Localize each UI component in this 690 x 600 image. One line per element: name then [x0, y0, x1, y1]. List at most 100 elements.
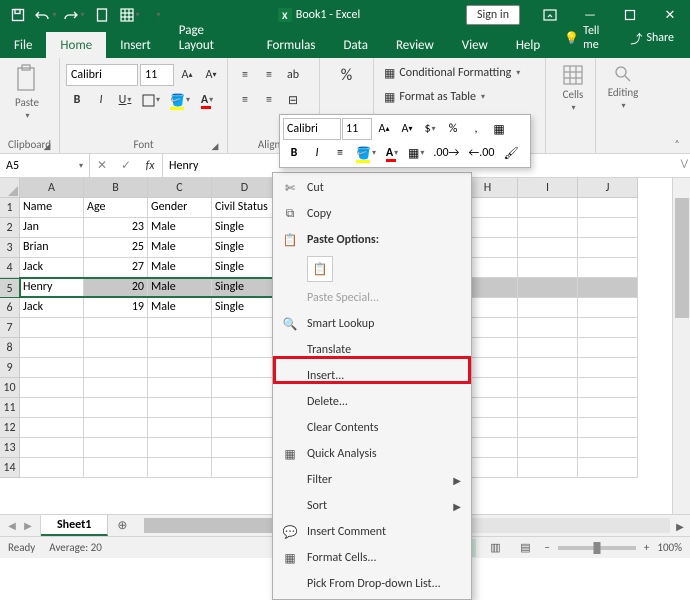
cell[interactable]	[148, 418, 212, 438]
mini-table-icon[interactable]: ▦	[488, 118, 510, 140]
align-top-icon[interactable]: ≡	[234, 64, 256, 86]
ctx-copy[interactable]: ⧉Copy	[273, 201, 471, 227]
cell[interactable]	[212, 418, 278, 438]
cell[interactable]	[20, 458, 84, 478]
cell[interactable]	[84, 418, 148, 438]
column-header[interactable]: B	[84, 178, 148, 198]
cell[interactable]	[578, 318, 638, 338]
row-header[interactable]: 6	[0, 298, 20, 318]
cell[interactable]	[518, 458, 578, 478]
cell[interactable]	[84, 358, 148, 378]
cell[interactable]	[84, 338, 148, 358]
cell[interactable]: Brian	[20, 238, 84, 258]
cell[interactable]: 25	[84, 238, 148, 258]
tell-me[interactable]: 💡Tell me	[554, 18, 620, 58]
row-header[interactable]: 7	[0, 318, 20, 338]
cell[interactable]	[518, 378, 578, 398]
cell[interactable]: Name	[20, 198, 84, 218]
mini-fill-color-icon[interactable]: 🪣▾	[352, 142, 380, 164]
name-box[interactable]: A5▾	[0, 154, 90, 177]
cell[interactable]	[518, 278, 578, 298]
font-name-select[interactable]	[66, 64, 138, 86]
cell[interactable]	[20, 438, 84, 458]
cell[interactable]	[20, 338, 84, 358]
mini-italic-button[interactable]: I	[306, 142, 328, 164]
wrap-text-button[interactable]: ab	[282, 64, 304, 86]
enter-formula-icon[interactable]: ✓	[114, 158, 138, 173]
cell[interactable]	[20, 358, 84, 378]
cell[interactable]	[578, 378, 638, 398]
underline-button[interactable]: U▾	[114, 89, 136, 111]
cell[interactable]	[518, 398, 578, 418]
cell[interactable]	[212, 338, 278, 358]
font-color-button[interactable]: A▾	[196, 89, 218, 111]
hscroll-right-icon[interactable]: ▶	[672, 515, 688, 537]
cell[interactable]: 23	[84, 218, 148, 238]
ctx-smart-lookup[interactable]: 🔍Smart Lookup	[273, 311, 471, 337]
mini-inc-decimal-icon[interactable]: ←.00	[464, 142, 498, 164]
conditional-formatting-button[interactable]: ▦Conditional Formatting▾	[380, 62, 524, 84]
expand-formula-icon[interactable]: ⋁	[681, 158, 688, 169]
new-sheet-button[interactable]: ⊕	[108, 515, 136, 536]
row-header[interactable]: 3	[0, 238, 20, 258]
cell[interactable]: 20	[84, 278, 148, 298]
cell[interactable]	[578, 458, 638, 478]
mini-percent-icon[interactable]: %	[442, 118, 464, 140]
cell[interactable]	[212, 398, 278, 418]
cell[interactable]	[518, 218, 578, 238]
cell[interactable]: Male	[148, 278, 212, 298]
cell[interactable]	[578, 338, 638, 358]
cell[interactable]	[578, 438, 638, 458]
italic-button[interactable]: I	[90, 89, 112, 111]
bold-button[interactable]: B	[66, 89, 88, 111]
cell[interactable]: Single	[212, 258, 278, 278]
row-header[interactable]: 10	[0, 378, 20, 398]
cell[interactable]: Single	[212, 278, 278, 298]
cell[interactable]	[578, 278, 638, 298]
mini-font-size[interactable]	[342, 118, 372, 140]
page-break-view-icon[interactable]: ▤	[514, 539, 536, 557]
cell[interactable]	[20, 398, 84, 418]
cells-button[interactable]: Cells ▾	[552, 60, 594, 126]
cell[interactable]: Jan	[20, 218, 84, 238]
row-header[interactable]: 2	[0, 218, 20, 238]
mini-dec-decimal-icon[interactable]: .00→	[429, 142, 463, 164]
share-button[interactable]: ⤴Share	[620, 24, 684, 53]
cell[interactable]: Single	[212, 218, 278, 238]
tab-insert[interactable]: Insert	[106, 32, 165, 58]
column-header[interactable]: I	[518, 178, 578, 198]
fill-color-button[interactable]: 🪣▾	[166, 89, 194, 111]
sheet-nav-next-icon[interactable]: ▶	[20, 519, 36, 532]
ctx-clear-contents[interactable]: Clear Contents	[273, 415, 471, 441]
sheet-tab-sheet1[interactable]: Sheet1	[41, 515, 108, 536]
collapse-ribbon-icon[interactable]: ˄	[668, 135, 686, 151]
mini-borders-icon[interactable]: ▦▾	[404, 142, 428, 164]
mini-font-name[interactable]	[283, 118, 341, 140]
ctx-translate[interactable]: Translate	[273, 337, 471, 363]
mini-border-icon[interactable]: ≡	[329, 142, 351, 164]
cell[interactable]	[518, 198, 578, 218]
cell[interactable]: Male	[148, 238, 212, 258]
decrease-font-icon[interactable]: A▾	[200, 64, 222, 86]
launcher-icon[interactable]: ◢	[41, 140, 53, 152]
cell[interactable]	[518, 258, 578, 278]
cell[interactable]	[518, 238, 578, 258]
page-icon[interactable]	[88, 1, 116, 29]
cell[interactable]	[518, 358, 578, 378]
ctx-quick-analysis[interactable]: ▦Quick Analysis	[273, 441, 471, 467]
mini-increase-font-icon[interactable]: A▴	[373, 118, 395, 140]
cell[interactable]: Age	[84, 198, 148, 218]
cell[interactable]	[518, 438, 578, 458]
column-header[interactable]: C	[148, 178, 212, 198]
cell[interactable]: Jack	[20, 258, 84, 278]
editing-button[interactable]: Editing ▾	[602, 60, 644, 126]
row-header[interactable]: 14	[0, 458, 20, 478]
tab-help[interactable]: Help	[502, 32, 554, 58]
column-header[interactable]: D	[212, 178, 278, 198]
sign-in-button[interactable]: Sign in	[466, 5, 520, 25]
cell[interactable]: Henry	[20, 278, 84, 298]
cell[interactable]	[212, 438, 278, 458]
redo-icon[interactable]: ▾	[60, 1, 88, 29]
cell[interactable]: Male	[148, 298, 212, 318]
mini-font-color-icon[interactable]: A▾	[381, 142, 403, 164]
